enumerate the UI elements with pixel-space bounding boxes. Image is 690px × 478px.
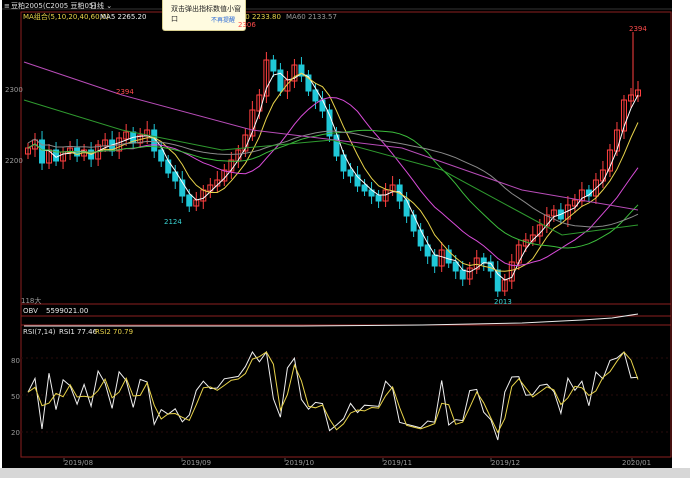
main-frame — [20, 11, 672, 458]
candle-body[interactable] — [445, 249, 452, 264]
obv-value: 5599021.00 — [46, 307, 89, 315]
ma10-line — [27, 72, 639, 272]
period-selector[interactable]: 日线 ⌄ — [90, 2, 112, 11]
rsi-level-80: 80 — [11, 357, 20, 365]
candle-body[interactable] — [165, 159, 172, 174]
annotation-high-mid: 2306 — [238, 21, 256, 29]
ma20-line — [27, 96, 639, 266]
obv-label[interactable]: OBV — [23, 307, 38, 316]
rsi-level-50: 50 — [11, 393, 20, 401]
date-label-1: 2019/08 — [64, 459, 94, 467]
volume-label: 118大 — [21, 297, 42, 305]
chevron-down-icon: ⌄ — [106, 2, 113, 10]
ma-group-label[interactable]: MA组合(5,10,20,40,60,0) — [23, 13, 109, 22]
rsi1-series — [27, 350, 639, 441]
status-bar — [0, 468, 690, 478]
candle-body[interactable] — [319, 99, 326, 112]
candle-body[interactable] — [361, 184, 368, 192]
rsi2-value: RSI2 70.79 — [95, 328, 134, 336]
date-label-2: 2019/09 — [182, 459, 212, 467]
chart-canvas — [2, 8, 672, 462]
hint-tooltip: 双击弹出指标数值小窗口 不再提醒 — [162, 0, 246, 31]
ma60-value: MA60 2133.57 — [286, 13, 337, 21]
date-label-3: 2019/10 — [285, 459, 315, 467]
date-label-4: 2019/11 — [383, 459, 413, 467]
chart-frame — [2, 8, 672, 462]
menu-icon[interactable]: ≡ — [4, 2, 10, 11]
candle-body[interactable] — [410, 214, 417, 232]
ma5-value: MA5 2265.20 — [100, 13, 147, 21]
date-label-5: 2019/12 — [491, 459, 521, 467]
price-label-2300: 2300 — [5, 86, 23, 94]
dismiss-hint-link[interactable]: 不再提醒 — [211, 15, 235, 24]
annotation-low-1: 2124 — [164, 218, 182, 226]
annotation-low-2: 2013 — [494, 298, 512, 306]
candle-body[interactable] — [158, 149, 165, 162]
candle-body[interactable] — [403, 199, 410, 217]
rsi2-series — [27, 351, 639, 434]
candle-body[interactable] — [431, 254, 438, 267]
chart-window: ≡ 豆粕2005(C2005 豆粕05) 日线 ⌄ MA组合(5,10,20,4… — [2, 0, 672, 478]
candle-body[interactable] — [270, 59, 277, 72]
annotation-high-right: 2394 — [629, 25, 647, 33]
candlestick-series[interactable] — [25, 32, 641, 297]
price-label-2200: 2200 — [5, 157, 23, 165]
rsi-level-20: 20 — [11, 429, 20, 437]
annotation-high-left: 2394 — [116, 88, 134, 96]
candle-body[interactable] — [186, 194, 193, 207]
rsi1-value: RSI1 77.46 — [59, 328, 98, 336]
rsi-lines — [27, 350, 639, 441]
candle-body[interactable] — [375, 194, 382, 202]
symbol-title[interactable]: 豆粕2005(C2005 豆粕05) — [11, 2, 96, 11]
candle-body[interactable] — [459, 269, 466, 280]
rsi-label[interactable]: RSI(7,14) — [23, 328, 55, 337]
date-label-6: 2020/01 — [622, 459, 652, 467]
candle-body[interactable] — [347, 169, 354, 177]
